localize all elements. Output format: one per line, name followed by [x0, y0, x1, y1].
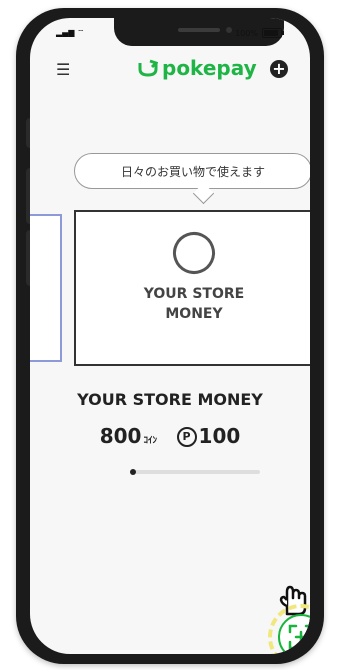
brand-logo: pokepay: [138, 56, 257, 80]
pokepay-logo-icon: [138, 59, 158, 77]
speaker: [178, 28, 220, 32]
coin-amount: 800: [99, 424, 142, 448]
balance-display: 800 ｺｲﾝ P 100: [30, 424, 310, 448]
info-bubble: 日々のお買い物で使えます: [74, 153, 310, 189]
ring-icon: [167, 226, 221, 280]
store-title: YOUR STORE MONEY: [77, 390, 263, 409]
card-name-line2: MONEY: [165, 306, 223, 322]
camera: [226, 27, 232, 33]
coin-unit: ｺｲﾝ: [143, 436, 157, 446]
page-indicator: [130, 469, 260, 475]
plus-circle-icon[interactable]: +: [270, 60, 288, 78]
battery-icon: [262, 28, 284, 38]
battery-label: 100%: [235, 28, 258, 38]
card-prev[interactable]: [30, 214, 62, 362]
signal-status: ▂▄▆ ⌔: [56, 28, 85, 38]
screen: ▂▄▆ ⌔ 100% ☰ pokepay + 日々のお買い物で使えます YOUR…: [30, 18, 310, 654]
card-name-line1: YOUR STORE: [143, 286, 245, 302]
page-indicator-dot: [130, 469, 136, 475]
app-header: ☰ pokepay +: [30, 52, 310, 84]
points-icon: P: [176, 427, 197, 447]
money-card[interactable]: YOUR STORE MONEY: [74, 210, 310, 366]
battery-status: 100%: [235, 28, 284, 38]
bubble-text: 日々のお買い物で使えます: [120, 164, 265, 179]
signal-icon: ▂▄▆ ⌔: [56, 28, 85, 37]
card-name: YOUR STORE MONEY: [144, 284, 244, 324]
points-amount: 100: [198, 424, 241, 448]
hamburger-icon[interactable]: ☰: [56, 60, 70, 79]
phone-frame: ▂▄▆ ⌔ 100% ☰ pokepay + 日々のお買い物で使えます YOUR…: [16, 8, 324, 664]
logo-text: pokepay: [162, 56, 257, 80]
scan-icon: [288, 624, 310, 650]
